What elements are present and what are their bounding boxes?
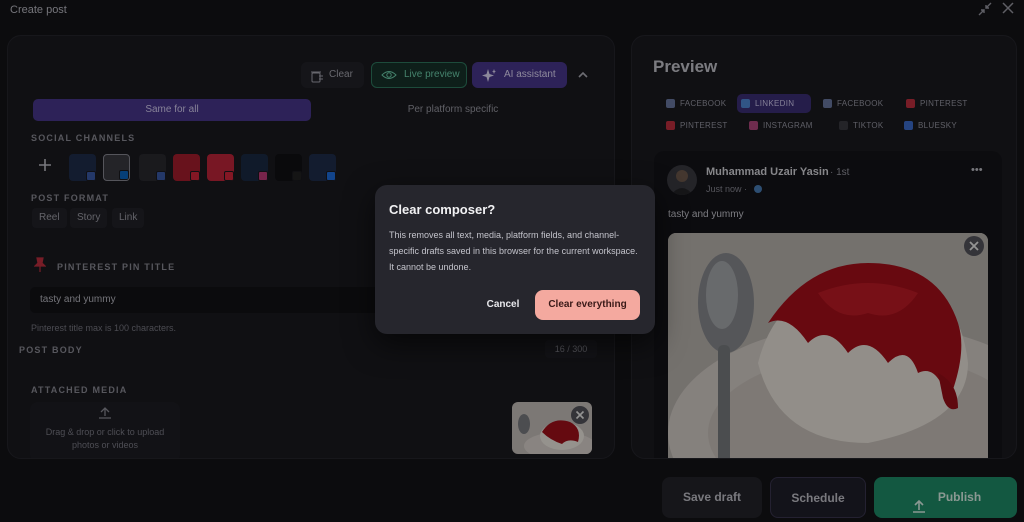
clear-everything-button[interactable]: Clear everything [535, 290, 640, 320]
cancel-button[interactable]: Cancel [475, 290, 531, 320]
dialog-body: This removes all text, media, platform f… [389, 230, 638, 272]
clear-composer-dialog: Clear composer? This removes all text, m… [375, 185, 655, 334]
dialog-title: Clear composer? [389, 202, 496, 217]
